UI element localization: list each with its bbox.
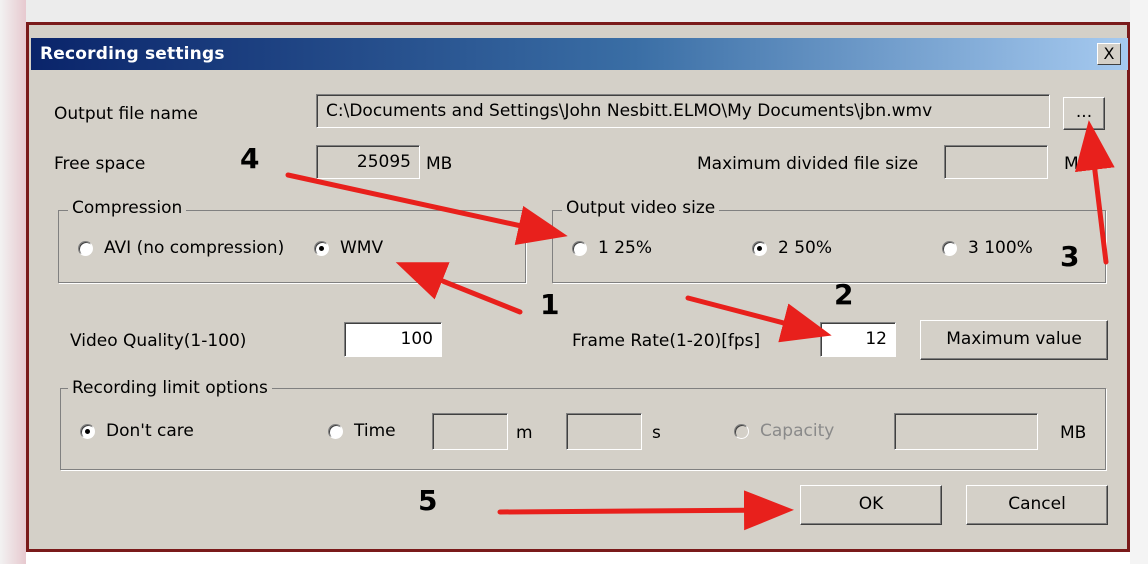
arrow-5-to-ok xyxy=(497,490,794,531)
arrow-2-to-frame-rate xyxy=(685,295,832,343)
annotation-arrows xyxy=(285,120,1115,531)
arrow-1-to-wmv xyxy=(395,262,523,315)
arrow-3-to-browse xyxy=(1074,120,1115,265)
arrow-group xyxy=(285,120,1115,531)
arrow-4-to-output-size xyxy=(285,172,568,245)
